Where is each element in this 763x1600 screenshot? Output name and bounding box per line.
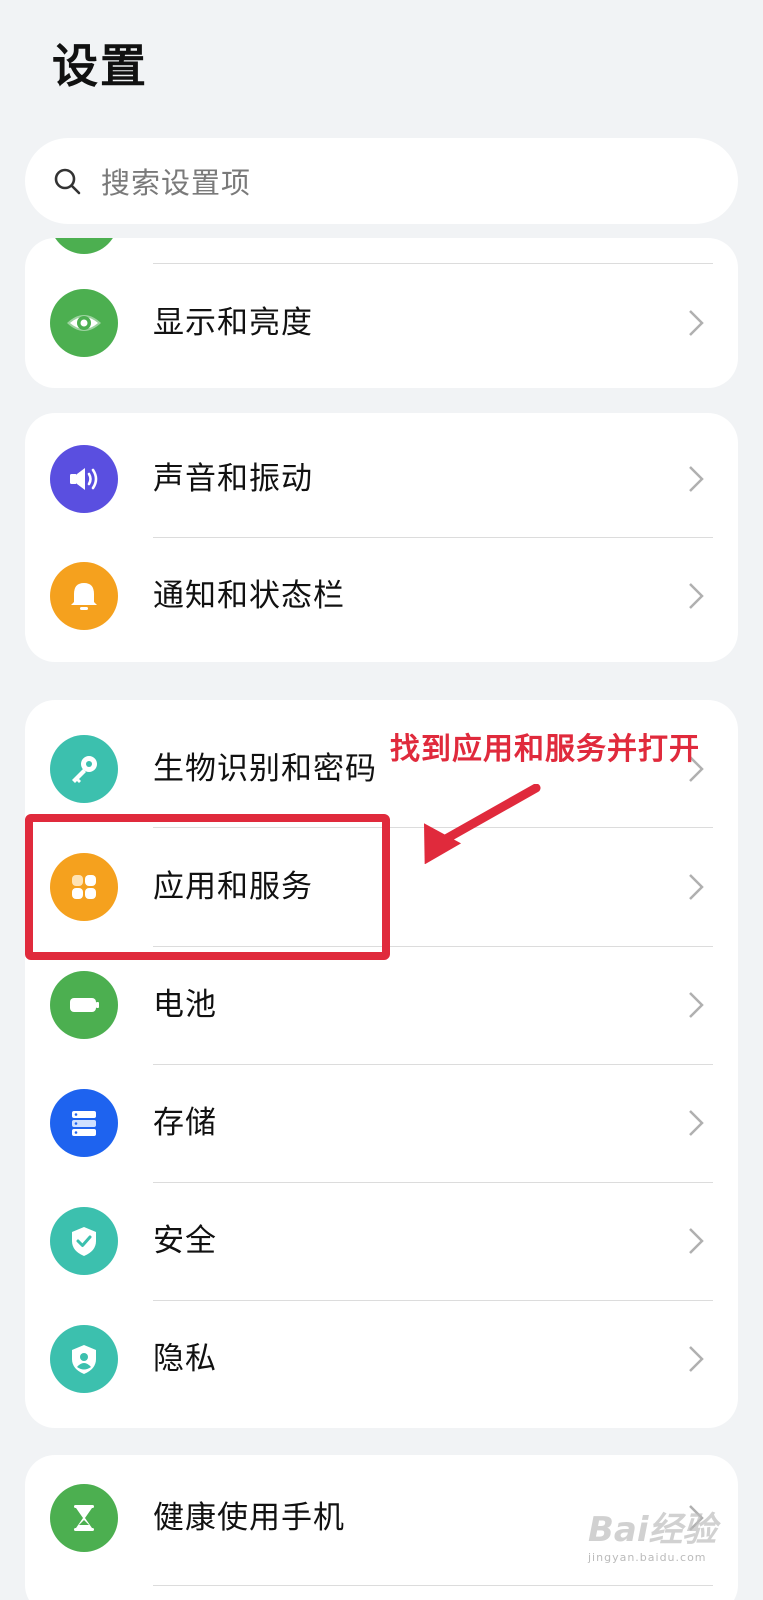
settings-item-privacy[interactable]: 隐私 xyxy=(25,1300,738,1418)
highlight-box xyxy=(25,814,390,960)
settings-item-label: 健康使用手机 xyxy=(153,1500,345,1536)
watermark-logo: Bai经验 xyxy=(588,1510,717,1550)
search-placeholder: 搜索设置项 xyxy=(101,166,252,200)
red-arrow-icon xyxy=(424,784,541,864)
divider xyxy=(153,1585,713,1586)
settings-item-battery[interactable]: 电池 xyxy=(25,946,738,1064)
privacy-shield-icon xyxy=(50,1325,118,1393)
settings-item-label: 安全 xyxy=(153,1223,217,1259)
settings-item-security[interactable]: 安全 xyxy=(25,1182,738,1300)
watermark-url: jingyan.baidu.com xyxy=(588,1551,707,1564)
annotation-text: 找到应用和服务并打开 xyxy=(390,732,700,767)
chevron-right-icon xyxy=(689,1346,704,1372)
shield-check-icon xyxy=(50,1207,118,1275)
settings-item-label: 电池 xyxy=(153,987,217,1023)
search-icon xyxy=(54,168,81,195)
settings-group-sound-notify: 声音和振动 通知和状态栏 xyxy=(25,413,738,662)
settings-item-display[interactable]: 显示和亮度 xyxy=(25,264,738,382)
chevron-right-icon xyxy=(689,874,704,900)
watermark: Bai经验 jingyan.baidu.com xyxy=(588,1502,717,1564)
search-bar[interactable]: 搜索设置项 xyxy=(25,138,738,224)
settings-item-label: 通知和状态栏 xyxy=(153,578,345,614)
battery-icon xyxy=(50,971,118,1039)
settings-item-label: 生物识别和密码 xyxy=(153,751,377,787)
settings-item-storage[interactable]: 存储 xyxy=(25,1064,738,1182)
settings-group-system: 生物识别和密码 应用和服务 电池 存储 安全 隐私 xyxy=(25,700,738,1428)
bell-icon xyxy=(50,562,118,630)
storage-icon xyxy=(50,1089,118,1157)
chevron-right-icon xyxy=(689,583,704,609)
chevron-right-icon xyxy=(689,1228,704,1254)
settings-item-sound[interactable]: 声音和振动 xyxy=(25,420,738,538)
page-title: 设置 xyxy=(52,39,148,93)
chevron-right-icon xyxy=(689,992,704,1018)
key-icon xyxy=(50,735,118,803)
speaker-icon xyxy=(50,445,118,513)
chevron-right-icon xyxy=(689,310,704,336)
eye-icon xyxy=(50,289,118,357)
partial-icon xyxy=(50,238,118,254)
chevron-right-icon xyxy=(689,466,704,492)
settings-group-display: 显示和亮度 xyxy=(25,238,738,388)
settings-item-label: 隐私 xyxy=(153,1341,217,1377)
settings-item-label: 存储 xyxy=(153,1105,217,1141)
settings-item-label: 声音和振动 xyxy=(153,461,313,497)
settings-item-label: 显示和亮度 xyxy=(153,305,313,341)
settings-item-notifications[interactable]: 通知和状态栏 xyxy=(25,537,738,655)
hourglass-icon xyxy=(50,1484,118,1552)
chevron-right-icon xyxy=(689,1110,704,1136)
